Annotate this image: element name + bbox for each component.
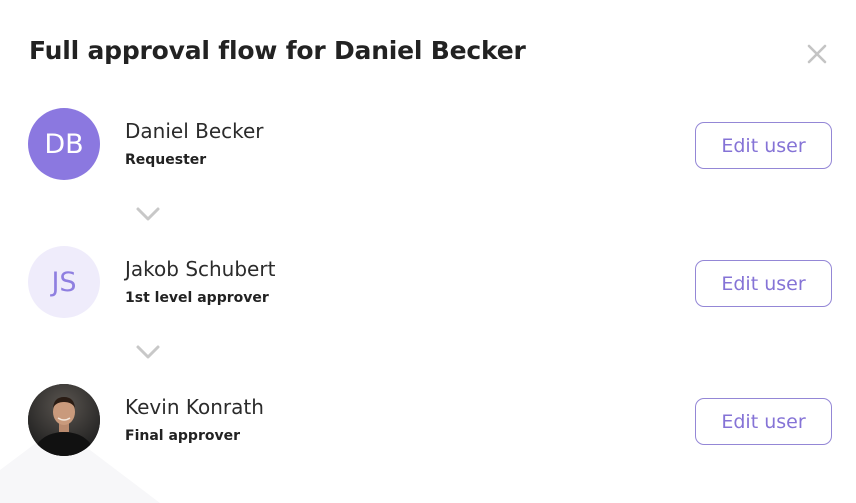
approver-row-final: Kevin Konrath Final approver Edit user [0, 384, 856, 458]
approver-role: 1st level approver [125, 290, 269, 306]
flow-connector [135, 344, 161, 360]
dialog-title: Full approval flow for Daniel Becker [29, 36, 526, 65]
avatar-photo [28, 384, 100, 456]
avatar: JS [28, 246, 100, 318]
approver-name: Daniel Becker [125, 119, 264, 143]
flow-connector [135, 206, 161, 222]
edit-user-button[interactable]: Edit user [695, 260, 832, 307]
approver-row-requester: DB Daniel Becker Requester Edit user [0, 108, 856, 182]
close-button[interactable] [803, 40, 831, 68]
chevron-down-icon [136, 345, 160, 359]
approval-flow-dialog: Full approval flow for Daniel Becker DB … [0, 0, 856, 503]
person-photo [28, 384, 100, 456]
close-icon [807, 44, 827, 64]
approver-name: Kevin Konrath [125, 395, 264, 419]
approver-role: Requester [125, 152, 207, 168]
edit-user-button[interactable]: Edit user [695, 122, 832, 169]
approver-role: Final approver [125, 428, 240, 444]
chevron-down-icon [136, 207, 160, 221]
approver-row-first-level: JS Jakob Schubert 1st level approver Edi… [0, 246, 856, 320]
approver-name: Jakob Schubert [125, 257, 276, 281]
edit-user-button[interactable]: Edit user [695, 398, 832, 445]
avatar: DB [28, 108, 100, 180]
